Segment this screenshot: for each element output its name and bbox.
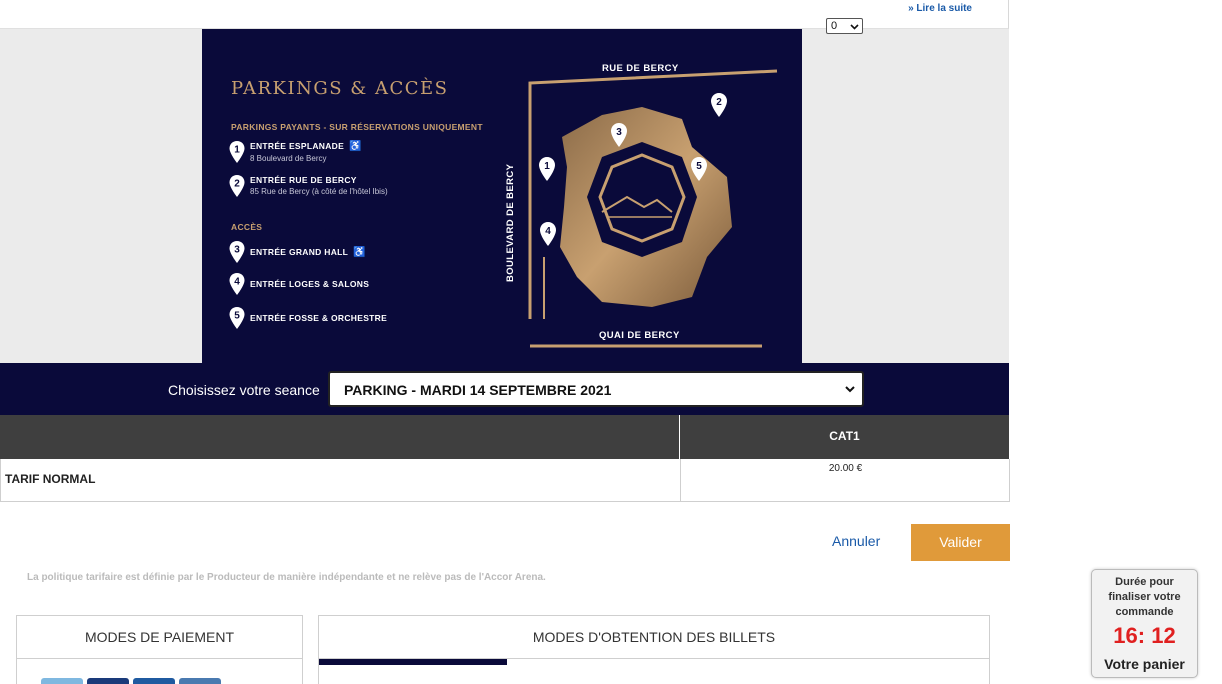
map-pin-1: 1 — [539, 157, 555, 181]
delivery-methods-panel: MODES D'OBTENTION DES BILLETS — [318, 615, 990, 684]
card-icon — [179, 678, 221, 684]
access-name: ENTRÉE FOSSE & ORCHESTRE — [250, 313, 388, 323]
parking-access-banner: PARKINGS & ACCÈS PARKINGS PAYANTS - SUR … — [202, 29, 802, 363]
svg-text:4: 4 — [234, 277, 240, 288]
map-pin-icon: 1 — [229, 141, 245, 163]
banner-area: PARKINGS & ACCÈS PARKINGS PAYANTS - SUR … — [0, 29, 1009, 363]
card-icon — [133, 678, 175, 684]
cart-link[interactable]: Votre panier — [1092, 656, 1197, 672]
svg-text:3: 3 — [234, 245, 240, 256]
order-timer: Durée pour finaliser votre commande 16: … — [1091, 569, 1198, 678]
svg-text:5: 5 — [234, 311, 240, 322]
map-pin-4: 4 — [540, 222, 556, 246]
parkings-heading: PARKINGS PAYANTS - SUR RÉSERVATIONS UNIQ… — [231, 122, 483, 132]
quantity-select[interactable]: 0 — [826, 18, 863, 34]
street-top: RUE DE BERCY — [602, 63, 679, 74]
access-item-3: 3 ENTRÉE GRAND HALL ♿ — [228, 240, 366, 264]
chevron-down-icon — [850, 24, 859, 30]
street-left: BOULEVARD DE BERCY — [505, 163, 516, 282]
svg-text:2: 2 — [234, 179, 240, 190]
quantity-value: 0 — [831, 20, 838, 32]
seance-selected-value: PARKING - MARDI 14 SEPTEMBRE 2021 — [344, 382, 612, 398]
wheelchair-icon: ♿ — [349, 141, 362, 152]
seance-bar: Choisissez votre seance PARKING - MARDI … — [0, 363, 1009, 415]
parking-address: 8 Boulevard de Bercy — [250, 154, 327, 163]
read-more-link[interactable]: » Lire la suite — [908, 3, 972, 14]
svg-text:5: 5 — [696, 161, 702, 172]
seance-select[interactable]: PARKING - MARDI 14 SEPTEMBRE 2021 — [328, 371, 864, 407]
map-pin-icon: 4 — [229, 273, 245, 295]
access-heading: ACCÈS — [231, 222, 263, 232]
access-name: ENTRÉE GRAND HALL — [250, 247, 349, 257]
column-header-cat1: CAT1 — [829, 429, 860, 443]
tarif-label: TARIF NORMAL — [5, 472, 96, 486]
wheelchair-icon: ♿ — [353, 247, 366, 258]
access-item-4: 4 ENTRÉE LOGES & SALONS — [228, 272, 369, 296]
parking-item-2: 2 ENTRÉE RUE DE BERCY 85 Rue de Bercy (à … — [228, 174, 388, 198]
payment-methods-panel: MODES DE PAIEMENT — [16, 615, 303, 684]
card-icon — [41, 678, 83, 684]
delivery-methods-title: MODES D'OBTENTION DES BILLETS — [319, 616, 989, 659]
map-pin-icon: 3 — [229, 241, 245, 263]
pricing-policy-note: La politique tarifaire est définie par l… — [27, 572, 546, 583]
pricing-table-header: CAT1 — [0, 415, 1009, 459]
svg-text:1: 1 — [234, 145, 240, 156]
banner-title: PARKINGS & ACCÈS — [231, 78, 449, 99]
timer-countdown: 16: 12 — [1113, 623, 1176, 648]
map-pin-icon: 2 — [229, 175, 245, 197]
payment-methods-title: MODES DE PAIEMENT — [17, 616, 302, 659]
delivery-tab-active[interactable] — [319, 659, 507, 665]
map-pin-icon: 5 — [229, 307, 245, 329]
timer-label: Durée pour finaliser votre commande — [1108, 576, 1181, 618]
validate-button[interactable]: Valider — [911, 524, 1010, 561]
parking-item-1: 1 ENTRÉE ESPLANADE ♿ 8 Boulevard de Bercy — [228, 140, 362, 165]
cancel-button[interactable]: Annuler — [832, 533, 880, 549]
chevron-down-icon — [845, 386, 855, 393]
svg-text:3: 3 — [616, 127, 622, 138]
access-item-5: 5 ENTRÉE FOSSE & ORCHESTRE — [228, 306, 387, 330]
svg-text:2: 2 — [716, 97, 722, 108]
parking-address: 85 Rue de Bercy (à côté de l'hôtel Ibis) — [250, 187, 388, 196]
map-pin-2: 2 — [711, 93, 727, 117]
svg-text:4: 4 — [545, 226, 551, 237]
street-bottom: QUAI DE BERCY — [599, 330, 680, 341]
page: » Lire la suite PARKINGS & ACCÈS PARKING… — [0, 0, 1222, 684]
parking-name: ENTRÉE ESPLANADE — [250, 141, 345, 151]
seance-label: Choisissez votre seance — [168, 382, 320, 398]
card-icon — [87, 678, 129, 684]
svg-text:1: 1 — [544, 161, 550, 172]
arena-map: 1 2 3 4 5 — [528, 69, 778, 348]
parking-name: ENTRÉE RUE DE BERCY — [250, 175, 357, 185]
price-value: 20.00 € — [828, 463, 863, 474]
access-name: ENTRÉE LOGES & SALONS — [250, 279, 370, 289]
table-row: TARIF NORMAL 20.00 € — [0, 459, 1010, 502]
